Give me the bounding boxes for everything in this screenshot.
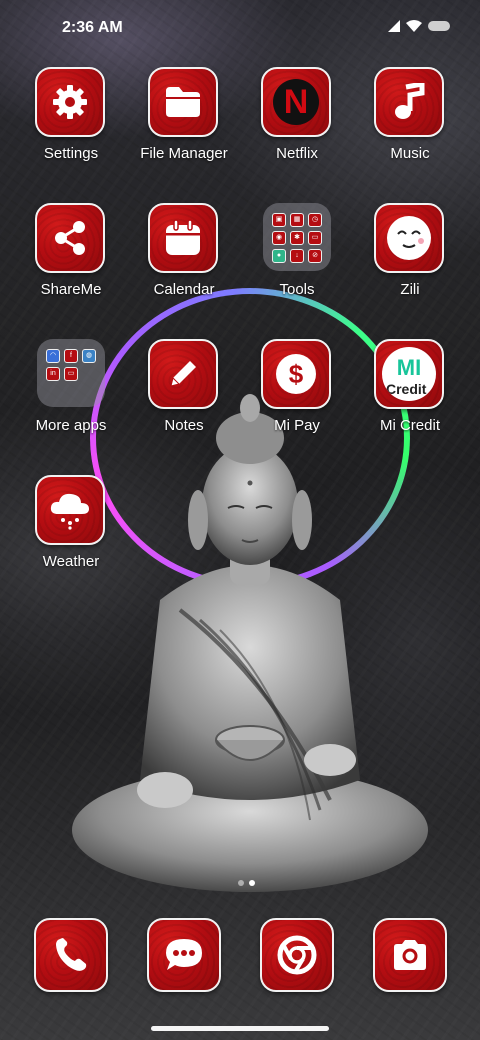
app-tile[interactable]: [148, 203, 218, 273]
share-icon: [55, 221, 85, 255]
app-label: Music: [390, 145, 430, 162]
app-tile[interactable]: $: [261, 339, 331, 409]
app-tile[interactable]: [148, 339, 218, 409]
dock-camera[interactable]: [373, 918, 447, 992]
music-note-icon: [395, 83, 425, 119]
app-tile[interactable]: [35, 475, 105, 545]
mi-credit-logo-credit: Credit: [386, 381, 427, 397]
dock-phone[interactable]: [34, 918, 108, 992]
app-tile[interactable]: N: [261, 67, 331, 137]
folder-tile[interactable]: ▣ ▦ ◷ ◉ ✱ ▭ ● ↓ ⊘: [263, 203, 331, 271]
chrome-icon: [277, 935, 317, 975]
mini-app-icon: f: [64, 349, 78, 363]
app-label: File Manager: [140, 145, 228, 162]
app-label: Notes: [164, 417, 204, 434]
app-label: Calendar: [153, 281, 215, 298]
mini-app-icon: ✱: [290, 231, 304, 245]
home-gesture-bar[interactable]: [151, 1026, 329, 1031]
app-tile[interactable]: [374, 67, 444, 137]
page-indicator: [238, 880, 255, 886]
folder-tile[interactable]: ◠ f ◍ in ▭: [37, 339, 105, 407]
app-label: Weather: [42, 553, 100, 570]
app-calendar[interactable]: Calendar: [129, 203, 239, 313]
chat-bubble-icon: [166, 939, 202, 970]
app-mi-credit[interactable]: MI Credit Mi Credit: [355, 339, 465, 449]
wifi-icon: [406, 20, 422, 32]
page-dot: [238, 880, 244, 886]
mini-app-icon: ↓: [290, 249, 304, 263]
dollar-icon: $: [276, 354, 316, 394]
app-label: Mi Credit: [379, 417, 440, 434]
app-tile[interactable]: [35, 67, 105, 137]
mini-app-icon: ◉: [272, 231, 286, 245]
app-tile[interactable]: [148, 67, 218, 137]
dock-chrome[interactable]: [260, 918, 334, 992]
app-label: Zili: [400, 281, 420, 298]
mini-app-icon: ▦: [290, 213, 304, 227]
smiley-face-icon: [387, 216, 431, 260]
app-shareme[interactable]: ShareMe: [16, 203, 126, 313]
camera-icon: [394, 940, 426, 970]
app-settings[interactable]: Settings: [16, 67, 126, 177]
app-label: Tools: [279, 281, 315, 298]
cloud-rain-icon: [50, 493, 89, 530]
netflix-letter: N: [283, 82, 309, 121]
app-tile[interactable]: [147, 918, 221, 992]
mini-app-icon: ▭: [64, 367, 78, 381]
app-zili[interactable]: Zili: [355, 203, 465, 313]
mini-app-icon: ●: [272, 249, 286, 263]
app-tile[interactable]: [35, 203, 105, 273]
mini-app-icon: in: [46, 367, 60, 381]
app-tile[interactable]: [373, 918, 447, 992]
app-label: Mi Pay: [274, 417, 320, 434]
app-weather[interactable]: Weather: [16, 475, 126, 585]
cellular-signal-icon: [388, 20, 400, 32]
mini-app-icon: ▭: [308, 231, 322, 245]
battery-icon: [428, 21, 450, 31]
mi-credit-logo-mi: MI: [396, 355, 422, 380]
app-label: Netflix: [276, 145, 318, 162]
svg-text:$: $: [289, 359, 304, 389]
folder-tools[interactable]: ▣ ▦ ◷ ◉ ✱ ▭ ● ↓ ⊘ Tools: [242, 203, 352, 313]
app-tile[interactable]: [34, 918, 108, 992]
mini-app-icon: ◠: [46, 349, 60, 363]
gear-icon: [53, 85, 87, 119]
app-netflix[interactable]: N Netflix: [242, 67, 352, 177]
app-tile[interactable]: MI Credit: [374, 339, 444, 409]
netflix-icon: N: [273, 79, 319, 125]
phone-icon: [56, 938, 87, 971]
app-tile[interactable]: [374, 203, 444, 273]
app-file-manager[interactable]: File Manager: [129, 67, 239, 177]
page-dot-active: [249, 880, 255, 886]
buddha-statue-image: [72, 394, 428, 892]
mini-app-icon: ◷: [308, 213, 322, 227]
mi-credit-icon: MI Credit: [382, 347, 436, 401]
app-label: More apps: [35, 417, 107, 434]
status-icons: [388, 20, 450, 32]
pencil-icon: [170, 361, 196, 387]
app-label: Settings: [43, 145, 99, 162]
folder-icon: [166, 87, 200, 117]
mini-app-icon: ◍: [82, 349, 96, 363]
app-notes[interactable]: Notes: [129, 339, 239, 449]
calendar-icon: [166, 219, 200, 255]
mini-app-icon: ▣: [272, 213, 286, 227]
app-tile[interactable]: [260, 918, 334, 992]
status-time: 2:36 AM: [62, 19, 123, 36]
mini-app-icon: ⊘: [308, 249, 322, 263]
dock-messages[interactable]: [147, 918, 221, 992]
status-bar: 2:36 AM: [0, 0, 480, 56]
app-music[interactable]: Music: [355, 67, 465, 177]
folder-more-apps[interactable]: ◠ f ◍ in ▭ More apps: [16, 339, 126, 449]
app-mi-pay[interactable]: $ Mi Pay: [242, 339, 352, 449]
app-label: ShareMe: [40, 281, 102, 298]
